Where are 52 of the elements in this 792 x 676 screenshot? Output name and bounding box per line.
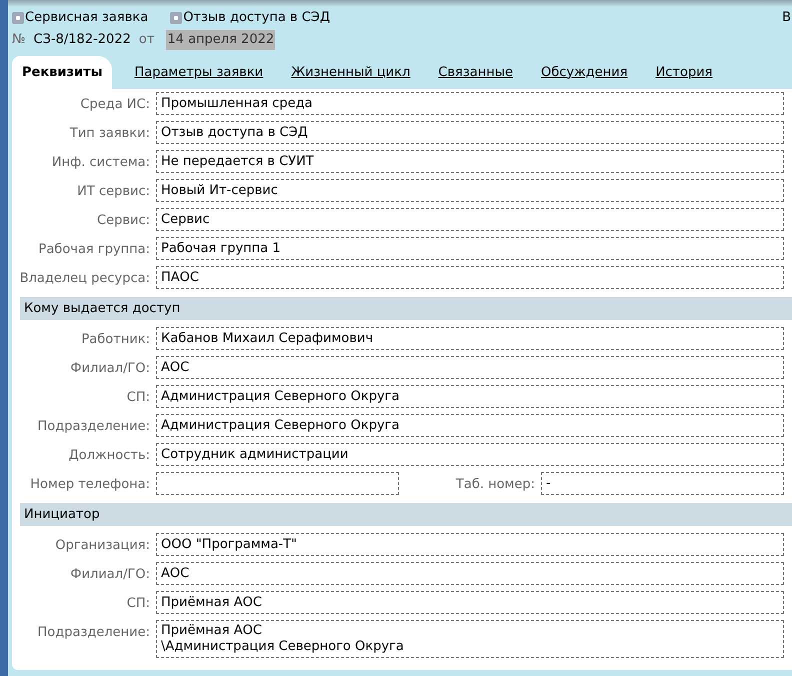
field-value: -: [541, 472, 784, 495]
field-label: Рабочая группа:: [38, 241, 150, 259]
bullet-icon: [170, 12, 182, 24]
tab[interactable]: Связанные: [428, 56, 523, 89]
field-label: ИТ сервис:: [77, 183, 150, 201]
field-label: Сервис:: [97, 212, 150, 230]
field-value: Администрация Северного Округа: [156, 414, 784, 437]
field-label: Таб. номер:: [456, 476, 535, 494]
field-label: Филиал/ГО:: [70, 566, 150, 584]
request-date: 14 апреля 2022: [166, 30, 276, 50]
field-value: АОС: [156, 562, 784, 585]
tab[interactable]: Реквизиты: [12, 56, 112, 89]
field-value: Промышленная среда: [156, 92, 784, 115]
field-value: Сервис: [156, 208, 784, 231]
corner-text: В: [782, 9, 791, 28]
field-value: ПАОС: [156, 266, 784, 289]
field-label: СП:: [126, 389, 150, 407]
tab[interactable]: Параметры заявки: [124, 56, 274, 89]
tab[interactable]: История: [646, 56, 722, 89]
field-label: Работник:: [81, 331, 150, 349]
tab[interactable]: Обсуждения: [531, 56, 638, 89]
field-value: Не передается в СУИТ: [156, 150, 784, 173]
field-value: Администрация Северного Округа: [156, 385, 784, 408]
section-header: Инициатор: [20, 503, 792, 526]
field-label: Должность:: [68, 447, 150, 465]
number-sign: №: [12, 31, 26, 50]
field-value: Сотрудник администрации: [156, 443, 784, 466]
field-label: Подразделение:: [38, 418, 150, 436]
field-label: Филиал/ГО:: [70, 360, 150, 378]
field-value: Отзыв доступа в СЭД: [156, 121, 784, 144]
field-label: Инф. система:: [52, 154, 150, 172]
field-label: Подразделение:: [38, 624, 150, 642]
field-label: Владелец ресурса:: [20, 270, 150, 288]
field-label: Тип заявки:: [70, 125, 150, 143]
field-value: Новый Ит-сервис: [156, 179, 784, 202]
request-type: Сервисная заявка: [25, 9, 148, 28]
field-label: Номер телефона:: [30, 476, 150, 494]
request-type: Отзыв доступа в СЭД: [183, 9, 330, 28]
request-number: СЗ-8/182-2022: [34, 31, 131, 50]
field-label: Среда ИС:: [80, 96, 150, 114]
date-prefix: от: [138, 31, 154, 50]
field-label: Организация:: [55, 537, 150, 555]
field-label: СП:: [126, 595, 150, 613]
field-value: Кабанов Михаил Серафимович: [156, 327, 784, 350]
field-value: Приёмная АОС \Администрация Северного Округа: [156, 620, 784, 658]
tab[interactable]: Жизненный цикл: [281, 56, 420, 89]
field-value: АОС: [156, 356, 784, 379]
field-value: ООО "Программа-Т": [156, 533, 784, 556]
field-value: Приёмная АОС: [156, 591, 784, 614]
field-value: Рабочая группа 1: [156, 237, 784, 260]
bullet-icon: [12, 12, 24, 24]
section-header: Кому выдается доступ: [20, 297, 792, 320]
